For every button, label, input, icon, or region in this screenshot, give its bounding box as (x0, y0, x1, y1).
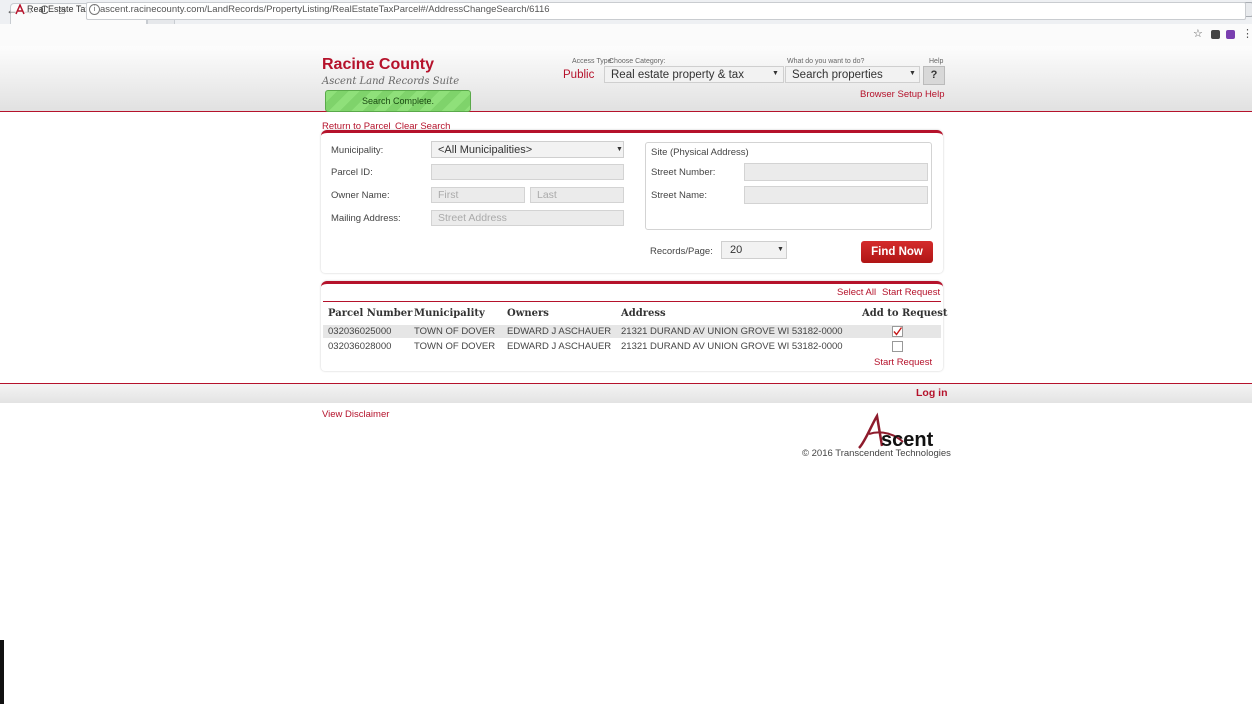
column-header-address[interactable]: Address (621, 308, 666, 319)
onenote-extension-icon[interactable] (1226, 30, 1235, 39)
cell-address: 21321 DURAND AV UNION GROVE WI 53182-000… (621, 341, 843, 352)
forward-icon[interactable]: → (22, 3, 34, 17)
chevron-down-icon: ▼ (909, 70, 916, 77)
start-request-link[interactable]: Start Request (882, 287, 940, 298)
status-badge: Search Complete. (325, 90, 471, 112)
browser-setup-help-link[interactable]: Browser Setup Help (860, 89, 944, 100)
category-label: Choose Category: (609, 58, 666, 65)
extension-icon[interactable] (1211, 30, 1220, 39)
mailing-address-input[interactable]: Street Address (431, 210, 624, 226)
add-to-request-checkbox[interactable] (892, 326, 903, 337)
owner-last-input[interactable]: Last (530, 187, 624, 203)
cell-owners: EDWARD J ASCHAUER (507, 341, 612, 352)
view-disclaimer-link[interactable]: View Disclaimer (322, 409, 389, 420)
copyright-text: © 2016 Transcendent Technologies (802, 448, 951, 459)
start-request-link[interactable]: Start Request (874, 357, 932, 368)
chevron-down-icon: ▼ (616, 146, 623, 153)
action-select[interactable]: Search properties (785, 66, 920, 83)
ascent-logo: scent (858, 412, 934, 451)
screen-edge-strip (0, 640, 4, 704)
footer-band (0, 383, 1252, 403)
cell-owners: EDWARD J ASCHAUER (507, 326, 612, 337)
parcel-id-input[interactable] (431, 164, 624, 180)
municipality-select[interactable]: <All Municipalities> (431, 141, 624, 158)
column-header-municipality[interactable]: Municipality (414, 308, 485, 319)
column-header-parcel[interactable]: Parcel Number (328, 308, 412, 319)
street-name-input[interactable] (744, 186, 928, 204)
cell-parcel[interactable]: 032036028000 (328, 341, 391, 352)
owner-name-label: Owner Name: (331, 190, 390, 201)
cell-address: 21321 DURAND AV UNION GROVE WI 53182-000… (621, 326, 843, 337)
site-address-title: Site (Physical Address) (651, 147, 749, 158)
county-title: Racine County (322, 56, 435, 73)
street-name-label: Street Name: (651, 190, 707, 201)
help-button[interactable]: ? (923, 66, 945, 85)
info-icon[interactable]: i (89, 4, 100, 15)
access-type-value: Public (563, 69, 595, 81)
cell-parcel[interactable]: 032036025000 (328, 326, 391, 337)
street-number-input[interactable] (744, 163, 928, 181)
url-text[interactable]: ascent.racinecounty.com/LandRecords/Prop… (100, 4, 550, 15)
select-all-link[interactable]: Select All (837, 287, 876, 298)
column-header-add-to-request: Add to Request (862, 308, 948, 319)
find-now-button[interactable]: Find Now (861, 241, 933, 263)
suite-title: Ascent Land Records Suite (322, 76, 460, 87)
municipality-label: Municipality: (331, 145, 384, 156)
column-header-owners[interactable]: Owners (507, 308, 549, 319)
chevron-down-icon: ▼ (772, 70, 779, 77)
chevron-down-icon: ▼ (777, 246, 784, 253)
login-link[interactable]: Log in (916, 387, 948, 399)
back-icon[interactable]: ← (6, 3, 18, 17)
mailing-address-label: Mailing Address: (331, 213, 401, 224)
checkmark-icon (893, 327, 903, 336)
owner-first-input[interactable]: First (431, 187, 525, 203)
cell-municipality: TOWN OF DOVER (414, 326, 496, 337)
browser-address-bar (0, 24, 1252, 47)
add-to-request-checkbox[interactable] (892, 341, 903, 352)
reload-icon[interactable]: C (40, 3, 49, 17)
street-number-label: Street Number: (651, 167, 716, 178)
access-type-label: Access Type: (572, 58, 614, 65)
menu-icon[interactable]: ⋮ (1242, 27, 1252, 40)
records-per-page-label: Records/Page: (650, 246, 713, 257)
parcel-id-label: Parcel ID: (331, 167, 373, 178)
home-icon[interactable]: ⌂ (58, 3, 65, 17)
help-label: Help (929, 58, 944, 65)
results-divider (323, 301, 941, 302)
cell-municipality: TOWN OF DOVER (414, 341, 496, 352)
category-select[interactable]: Real estate property & tax (604, 66, 784, 83)
bookmark-star-icon[interactable]: ☆ (1193, 27, 1203, 40)
action-label: What do you want to do? (787, 58, 865, 65)
